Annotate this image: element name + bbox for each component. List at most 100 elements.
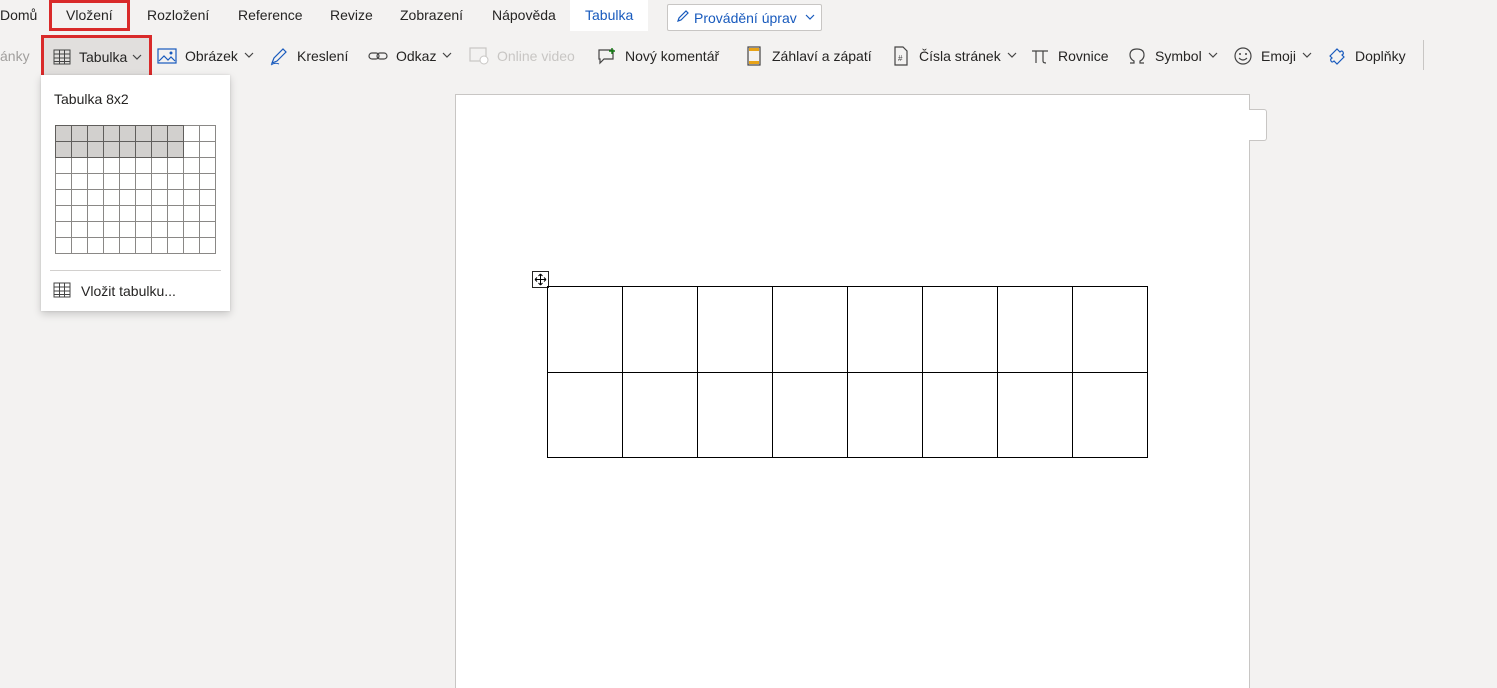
- grid-cell[interactable]: [199, 237, 216, 254]
- grid-cell[interactable]: [55, 125, 72, 142]
- grid-cell[interactable]: [55, 157, 72, 174]
- table-size-grid[interactable]: [55, 125, 216, 254]
- grid-cell[interactable]: [87, 189, 104, 206]
- grid-cell[interactable]: [55, 237, 72, 254]
- table-cell[interactable]: [847, 372, 923, 458]
- table-cell[interactable]: [1072, 372, 1148, 458]
- grid-cell[interactable]: [87, 221, 104, 238]
- grid-cell[interactable]: [119, 125, 136, 142]
- grid-cell[interactable]: [119, 189, 136, 206]
- grid-cell[interactable]: [167, 125, 184, 142]
- equation-button[interactable]: Rovnice: [1030, 33, 1109, 78]
- tab-help[interactable]: Nápověda: [492, 0, 556, 31]
- grid-cell[interactable]: [103, 221, 120, 238]
- grid-cell[interactable]: [135, 173, 152, 190]
- grid-cell[interactable]: [87, 125, 104, 142]
- grid-cell[interactable]: [119, 205, 136, 222]
- grid-cell[interactable]: [167, 157, 184, 174]
- grid-cell[interactable]: [71, 173, 88, 190]
- grid-cell[interactable]: [87, 141, 104, 158]
- table-cell[interactable]: [922, 286, 998, 373]
- table-cell[interactable]: [772, 286, 848, 373]
- grid-cell[interactable]: [103, 157, 120, 174]
- grid-cell[interactable]: [55, 205, 72, 222]
- grid-cell[interactable]: [71, 221, 88, 238]
- tab-review[interactable]: Revize: [330, 0, 373, 31]
- grid-cell[interactable]: [183, 221, 200, 238]
- tab-home[interactable]: Domů: [0, 0, 37, 31]
- grid-cell[interactable]: [55, 221, 72, 238]
- grid-cell[interactable]: [87, 157, 104, 174]
- grid-cell[interactable]: [87, 173, 104, 190]
- grid-cell[interactable]: [103, 141, 120, 158]
- pages-button[interactable]: ánky: [0, 33, 30, 78]
- grid-cell[interactable]: [183, 205, 200, 222]
- insert-table-menu-item[interactable]: Vložit tabulku...: [53, 280, 176, 302]
- grid-cell[interactable]: [151, 173, 168, 190]
- table-cell[interactable]: [547, 372, 623, 458]
- page-side-tab[interactable]: [1249, 109, 1267, 141]
- grid-cell[interactable]: [151, 237, 168, 254]
- grid-cell[interactable]: [135, 157, 152, 174]
- table-cell[interactable]: [622, 372, 698, 458]
- table-cell[interactable]: [847, 286, 923, 373]
- tab-view[interactable]: Zobrazení: [400, 0, 463, 31]
- grid-cell[interactable]: [199, 205, 216, 222]
- symbol-button[interactable]: Symbol: [1127, 33, 1218, 78]
- grid-cell[interactable]: [167, 237, 184, 254]
- grid-cell[interactable]: [183, 173, 200, 190]
- table-cell[interactable]: [697, 372, 773, 458]
- grid-cell[interactable]: [167, 141, 184, 158]
- grid-cell[interactable]: [151, 141, 168, 158]
- link-button[interactable]: Odkaz: [368, 33, 452, 78]
- grid-cell[interactable]: [55, 141, 72, 158]
- tab-references[interactable]: Reference: [238, 0, 303, 31]
- table-cell[interactable]: [547, 286, 623, 373]
- grid-cell[interactable]: [183, 125, 200, 142]
- document-table[interactable]: [547, 286, 1148, 458]
- grid-cell[interactable]: [167, 205, 184, 222]
- grid-cell[interactable]: [103, 125, 120, 142]
- table-cell[interactable]: [997, 372, 1073, 458]
- grid-cell[interactable]: [135, 205, 152, 222]
- grid-cell[interactable]: [119, 173, 136, 190]
- grid-cell[interactable]: [183, 237, 200, 254]
- grid-cell[interactable]: [199, 141, 216, 158]
- grid-cell[interactable]: [87, 237, 104, 254]
- grid-cell[interactable]: [183, 189, 200, 206]
- grid-cell[interactable]: [135, 125, 152, 142]
- tab-layout[interactable]: Rozložení: [147, 0, 209, 31]
- header-footer-button[interactable]: Záhlaví a zápatí: [744, 33, 872, 78]
- grid-cell[interactable]: [71, 157, 88, 174]
- grid-cell[interactable]: [183, 157, 200, 174]
- grid-cell[interactable]: [71, 141, 88, 158]
- grid-cell[interactable]: [199, 173, 216, 190]
- grid-cell[interactable]: [87, 205, 104, 222]
- grid-cell[interactable]: [151, 157, 168, 174]
- grid-cell[interactable]: [199, 157, 216, 174]
- drawing-button[interactable]: Kreslení: [269, 33, 348, 78]
- grid-cell[interactable]: [199, 189, 216, 206]
- grid-cell[interactable]: [151, 205, 168, 222]
- editing-mode-button[interactable]: Provádění úprav: [667, 4, 822, 31]
- tab-insert[interactable]: Vložení: [49, 0, 130, 31]
- table-cell[interactable]: [772, 372, 848, 458]
- grid-cell[interactable]: [151, 125, 168, 142]
- table-button[interactable]: Tabulka: [41, 35, 152, 79]
- grid-cell[interactable]: [71, 125, 88, 142]
- grid-cell[interactable]: [71, 205, 88, 222]
- grid-cell[interactable]: [167, 221, 184, 238]
- grid-cell[interactable]: [183, 141, 200, 158]
- grid-cell[interactable]: [119, 141, 136, 158]
- table-cell[interactable]: [697, 286, 773, 373]
- grid-cell[interactable]: [55, 189, 72, 206]
- grid-cell[interactable]: [103, 189, 120, 206]
- table-cell[interactable]: [622, 286, 698, 373]
- online-video-button[interactable]: Online video: [469, 33, 575, 78]
- new-comment-button[interactable]: Nový komentář: [597, 33, 719, 78]
- page-numbers-button[interactable]: # Čísla stránek: [891, 33, 1017, 78]
- grid-cell[interactable]: [151, 189, 168, 206]
- grid-cell[interactable]: [103, 237, 120, 254]
- grid-cell[interactable]: [103, 173, 120, 190]
- tab-table[interactable]: Tabulka: [570, 0, 649, 31]
